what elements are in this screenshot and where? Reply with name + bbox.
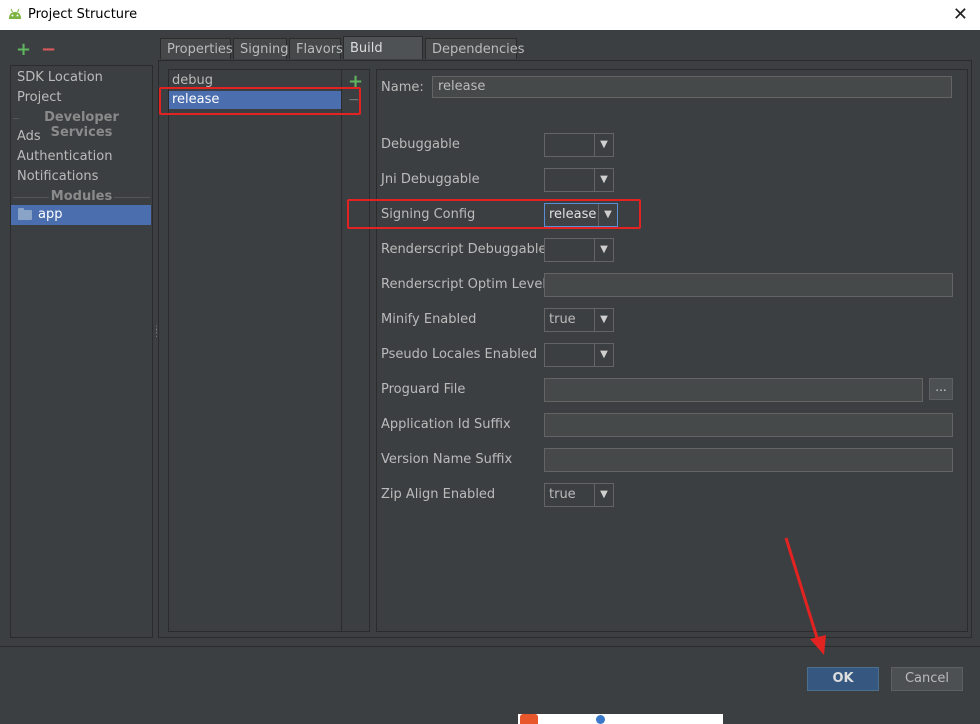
build-type-form: Name: release Debuggable ▼ Jni Debuggabl…	[376, 69, 968, 632]
zip-align-enabled-label: Zip Align Enabled	[381, 487, 496, 502]
jni-debuggable-dropdown[interactable]: ▼	[544, 168, 614, 192]
sidebar-group-developer-services: Developer Services	[11, 110, 152, 140]
version-name-suffix-label: Version Name Suffix	[381, 452, 513, 467]
renderscript-optim-level-field[interactable]	[544, 273, 953, 297]
remove-module-icon[interactable]: −	[41, 41, 56, 59]
sidebar-item-notifications[interactable]: Notifications	[17, 169, 98, 184]
renderscript-debuggable-label: Renderscript Debuggable	[381, 242, 547, 257]
minify-enabled-label: Minify Enabled	[381, 312, 477, 327]
splitter-handle[interactable]: ⋮ ⋮	[152, 326, 161, 342]
cancel-button[interactable]: Cancel	[891, 667, 963, 691]
sidebar-group-label: Developer Services	[44, 110, 119, 140]
jni-debuggable-label: Jni Debuggable	[381, 172, 480, 187]
window-title: Project Structure	[28, 7, 138, 22]
debuggable-label: Debuggable	[381, 137, 460, 152]
chevron-down-icon: ▼	[594, 344, 613, 366]
name-label: Name:	[381, 80, 424, 95]
version-name-suffix-field[interactable]	[544, 448, 953, 472]
watermark	[518, 714, 723, 724]
folder-icon	[18, 208, 32, 220]
close-icon[interactable]: ✕	[953, 4, 968, 25]
sidebar-item-label: app	[38, 207, 63, 222]
sidebar-group-label: Modules	[50, 189, 113, 204]
build-types-list: debug release + −	[168, 69, 370, 632]
browse-button[interactable]: ...	[929, 378, 953, 400]
chevron-down-icon: ▼	[594, 134, 613, 156]
chevron-down-icon: ▼	[594, 309, 613, 331]
zip-align-enabled-dropdown[interactable]: true ▼	[544, 483, 614, 507]
tab-content: debug release + − Name: release Debuggab…	[158, 60, 972, 638]
annotation-highlight-signing-config	[347, 199, 641, 229]
tab-build-types[interactable]: Build Types	[343, 36, 423, 79]
sidebar-item-project[interactable]: Project	[17, 90, 61, 105]
sidebar-item-app[interactable]: app	[11, 205, 151, 225]
name-field[interactable]: release	[432, 76, 952, 98]
pseudo-locales-enabled-dropdown[interactable]: ▼	[544, 343, 614, 367]
dropdown-value: true	[549, 312, 576, 327]
sidebar-item-authentication[interactable]: Authentication	[17, 149, 112, 164]
ok-button[interactable]: OK	[807, 667, 879, 691]
sidebar-item-ads[interactable]: Ads	[17, 129, 41, 144]
minify-enabled-dropdown[interactable]: true ▼	[544, 308, 614, 332]
chevron-down-icon: ▼	[594, 484, 613, 506]
renderscript-optim-level-label: Renderscript Optim Level	[381, 277, 546, 292]
application-id-suffix-field[interactable]	[544, 413, 953, 437]
tab-properties[interactable]: Properties	[160, 38, 233, 59]
divider	[0, 646, 980, 647]
add-module-icon[interactable]: +	[16, 41, 31, 59]
sidebar-group-modules: Modules	[11, 189, 152, 205]
debuggable-dropdown[interactable]: ▼	[544, 133, 614, 157]
renderscript-debuggable-dropdown[interactable]: ▼	[544, 238, 614, 262]
proguard-file-label: Proguard File	[381, 382, 466, 397]
tab-signing[interactable]: Signing	[233, 38, 288, 59]
chevron-down-icon: ▼	[594, 169, 613, 191]
android-icon	[9, 8, 21, 19]
application-id-suffix-label: Application Id Suffix	[381, 417, 511, 432]
tab-flavors[interactable]: Flavors	[289, 38, 343, 59]
title-bar: Project Structure ✕	[0, 0, 980, 31]
watermark-logo-icon	[520, 714, 538, 724]
chevron-down-icon: ▼	[594, 239, 613, 261]
watermark-dot-icon	[596, 715, 605, 724]
proguard-file-field[interactable]	[544, 378, 923, 402]
pseudo-locales-enabled-label: Pseudo Locales Enabled	[381, 347, 538, 362]
project-structure-sidebar: SDK Location Project Developer Services …	[10, 65, 153, 638]
dropdown-value: true	[549, 487, 576, 502]
annotation-highlight-release	[159, 87, 361, 115]
annotation-arrow-icon	[784, 537, 826, 655]
tab-dependencies[interactable]: Dependencies	[425, 38, 525, 59]
sidebar-item-sdk-location[interactable]: SDK Location	[17, 70, 103, 85]
dialog-body: + − SDK Location Project Developer Servi…	[0, 30, 980, 724]
